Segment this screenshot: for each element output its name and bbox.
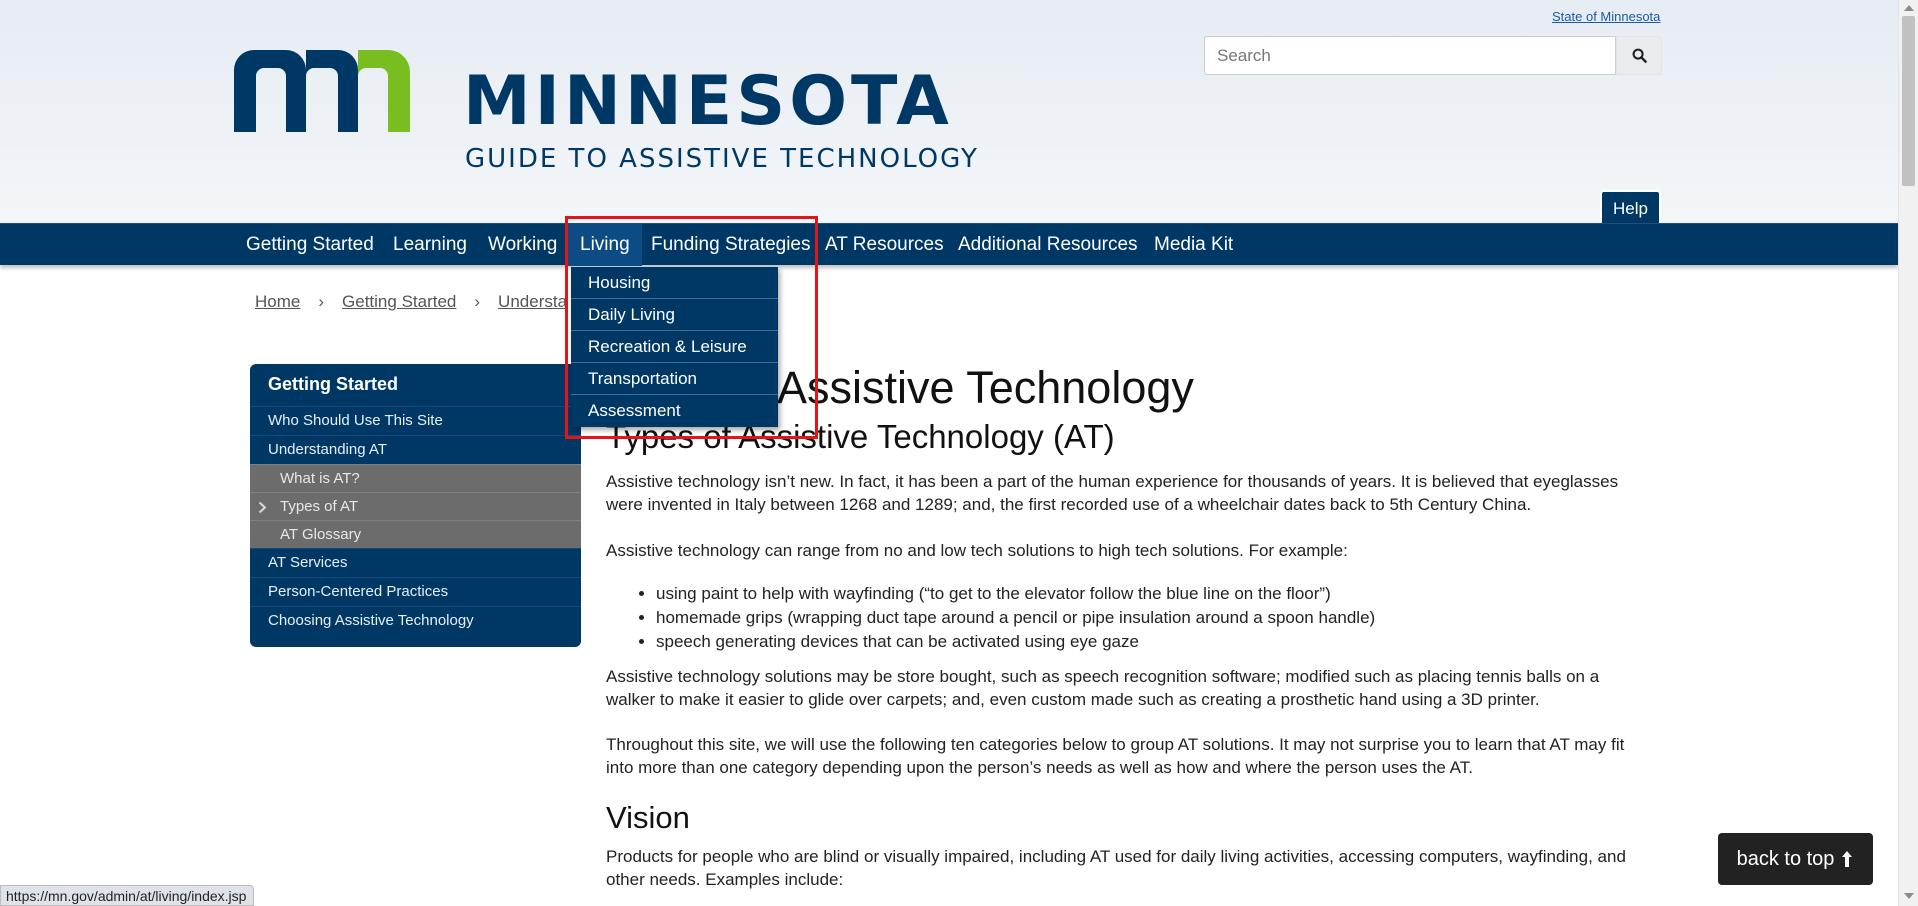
main-nav: Getting Started Learning Working Living … bbox=[0, 223, 1898, 266]
sidebar-item-who-should-use[interactable]: Who Should Use This Site bbox=[250, 406, 581, 435]
scroll-up-arrow-icon[interactable] bbox=[1904, 5, 1914, 11]
dropdown-item-transportation[interactable]: Transportation bbox=[571, 363, 778, 395]
vertical-scrollbar[interactable] bbox=[1898, 0, 1918, 906]
back-to-top-label: back to top bbox=[1736, 847, 1835, 870]
logo-subtitle: GUIDE TO ASSISTIVE TECHNOLOGY bbox=[465, 144, 979, 174]
sidebar-subitem-label: AT Glossary bbox=[280, 526, 362, 543]
sidebar-nav: Getting Started Who Should Use This Site… bbox=[250, 364, 581, 647]
search-input[interactable]: Search bbox=[1204, 36, 1616, 75]
dropdown-item-housing[interactable]: Housing bbox=[571, 267, 778, 299]
sidebar-subitem-what-is-at[interactable]: What is AT? bbox=[250, 464, 581, 492]
back-to-top-button[interactable]: back to top bbox=[1718, 833, 1873, 885]
logo-title: MINNESOTA bbox=[463, 62, 953, 141]
help-tab[interactable]: Help bbox=[1600, 190, 1661, 225]
breadcrumb: Home › Getting Started › Understa bbox=[255, 292, 567, 312]
breadcrumb-home[interactable]: Home bbox=[255, 292, 300, 311]
paragraph-vision: Products for people who are blind or vis… bbox=[606, 847, 1626, 889]
arrow-up-icon bbox=[1842, 851, 1853, 867]
nav-working[interactable]: Working bbox=[476, 224, 569, 266]
sidebar-subitem-label: What is AT? bbox=[280, 470, 360, 487]
list-item: using paint to help with wayfinding (“to… bbox=[656, 582, 1646, 606]
nav-funding-strategies[interactable]: Funding Strategies bbox=[639, 224, 823, 266]
sidebar-subitem-types-of-at[interactable]: Types of AT bbox=[250, 492, 581, 520]
paragraph-solutions: Assistive technology solutions may be st… bbox=[606, 667, 1600, 709]
sidebar-subitem-at-glossary[interactable]: AT Glossary bbox=[250, 520, 581, 548]
chevron-right-icon bbox=[258, 501, 267, 514]
breadcrumb-understanding[interactable]: Understa bbox=[498, 292, 567, 311]
sidebar-subitem-label: Types of AT bbox=[280, 498, 359, 515]
sidebar-item-at-services[interactable]: AT Services bbox=[250, 548, 581, 577]
search-icon bbox=[1632, 48, 1647, 63]
section-heading-vision: Vision bbox=[606, 800, 690, 835]
breadcrumb-separator: › bbox=[318, 292, 325, 311]
examples-list: using paint to help with wayfinding (“to… bbox=[656, 582, 1646, 654]
breadcrumb-getting-started[interactable]: Getting Started bbox=[342, 292, 456, 311]
sidebar-item-understanding-at[interactable]: Understanding AT bbox=[250, 435, 581, 464]
paragraph-range: Assistive technology can range from no a… bbox=[606, 541, 1348, 560]
nav-media-kit[interactable]: Media Kit bbox=[1142, 224, 1245, 266]
search-button[interactable] bbox=[1616, 36, 1662, 75]
living-dropdown-menu: Housing Daily Living Recreation & Leisur… bbox=[571, 267, 778, 427]
nav-living[interactable]: Living bbox=[568, 224, 642, 266]
site-header: State of Minnesota Search MINNESOTA GUID… bbox=[0, 0, 1898, 225]
list-item: speech generating devices that can be ac… bbox=[656, 630, 1646, 654]
list-item: homemade grips (wrapping duct tape aroun… bbox=[656, 606, 1646, 630]
paragraph-history: Assistive technology isn’t new. In fact,… bbox=[606, 472, 1619, 514]
mn-logo-icon[interactable] bbox=[234, 50, 422, 132]
nav-at-resources[interactable]: AT Resources bbox=[813, 224, 956, 266]
paragraph-categories: Throughout this site, we will use the fo… bbox=[606, 735, 1625, 777]
nav-learning[interactable]: Learning bbox=[381, 224, 479, 266]
nav-additional-resources[interactable]: Additional Resources bbox=[946, 224, 1150, 266]
sidebar-title[interactable]: Getting Started bbox=[250, 364, 581, 406]
dropdown-item-daily-living[interactable]: Daily Living bbox=[571, 299, 778, 331]
nav-getting-started[interactable]: Getting Started bbox=[234, 224, 386, 266]
dropdown-item-recreation-leisure[interactable]: Recreation & Leisure bbox=[571, 331, 778, 363]
sidebar-item-choosing-at[interactable]: Choosing Assistive Technology bbox=[250, 606, 581, 635]
sidebar-item-person-centered[interactable]: Person-Centered Practices bbox=[250, 577, 581, 606]
dropdown-item-assessment[interactable]: Assessment bbox=[571, 395, 778, 427]
status-bar-url: https://mn.gov/admin/at/living/index.jsp bbox=[0, 885, 255, 906]
scroll-down-arrow-icon[interactable] bbox=[1904, 893, 1914, 899]
state-of-minnesota-link[interactable]: State of Minnesota bbox=[1552, 9, 1660, 24]
breadcrumb-separator: › bbox=[474, 292, 481, 311]
scrollbar-thumb[interactable] bbox=[1902, 16, 1915, 186]
